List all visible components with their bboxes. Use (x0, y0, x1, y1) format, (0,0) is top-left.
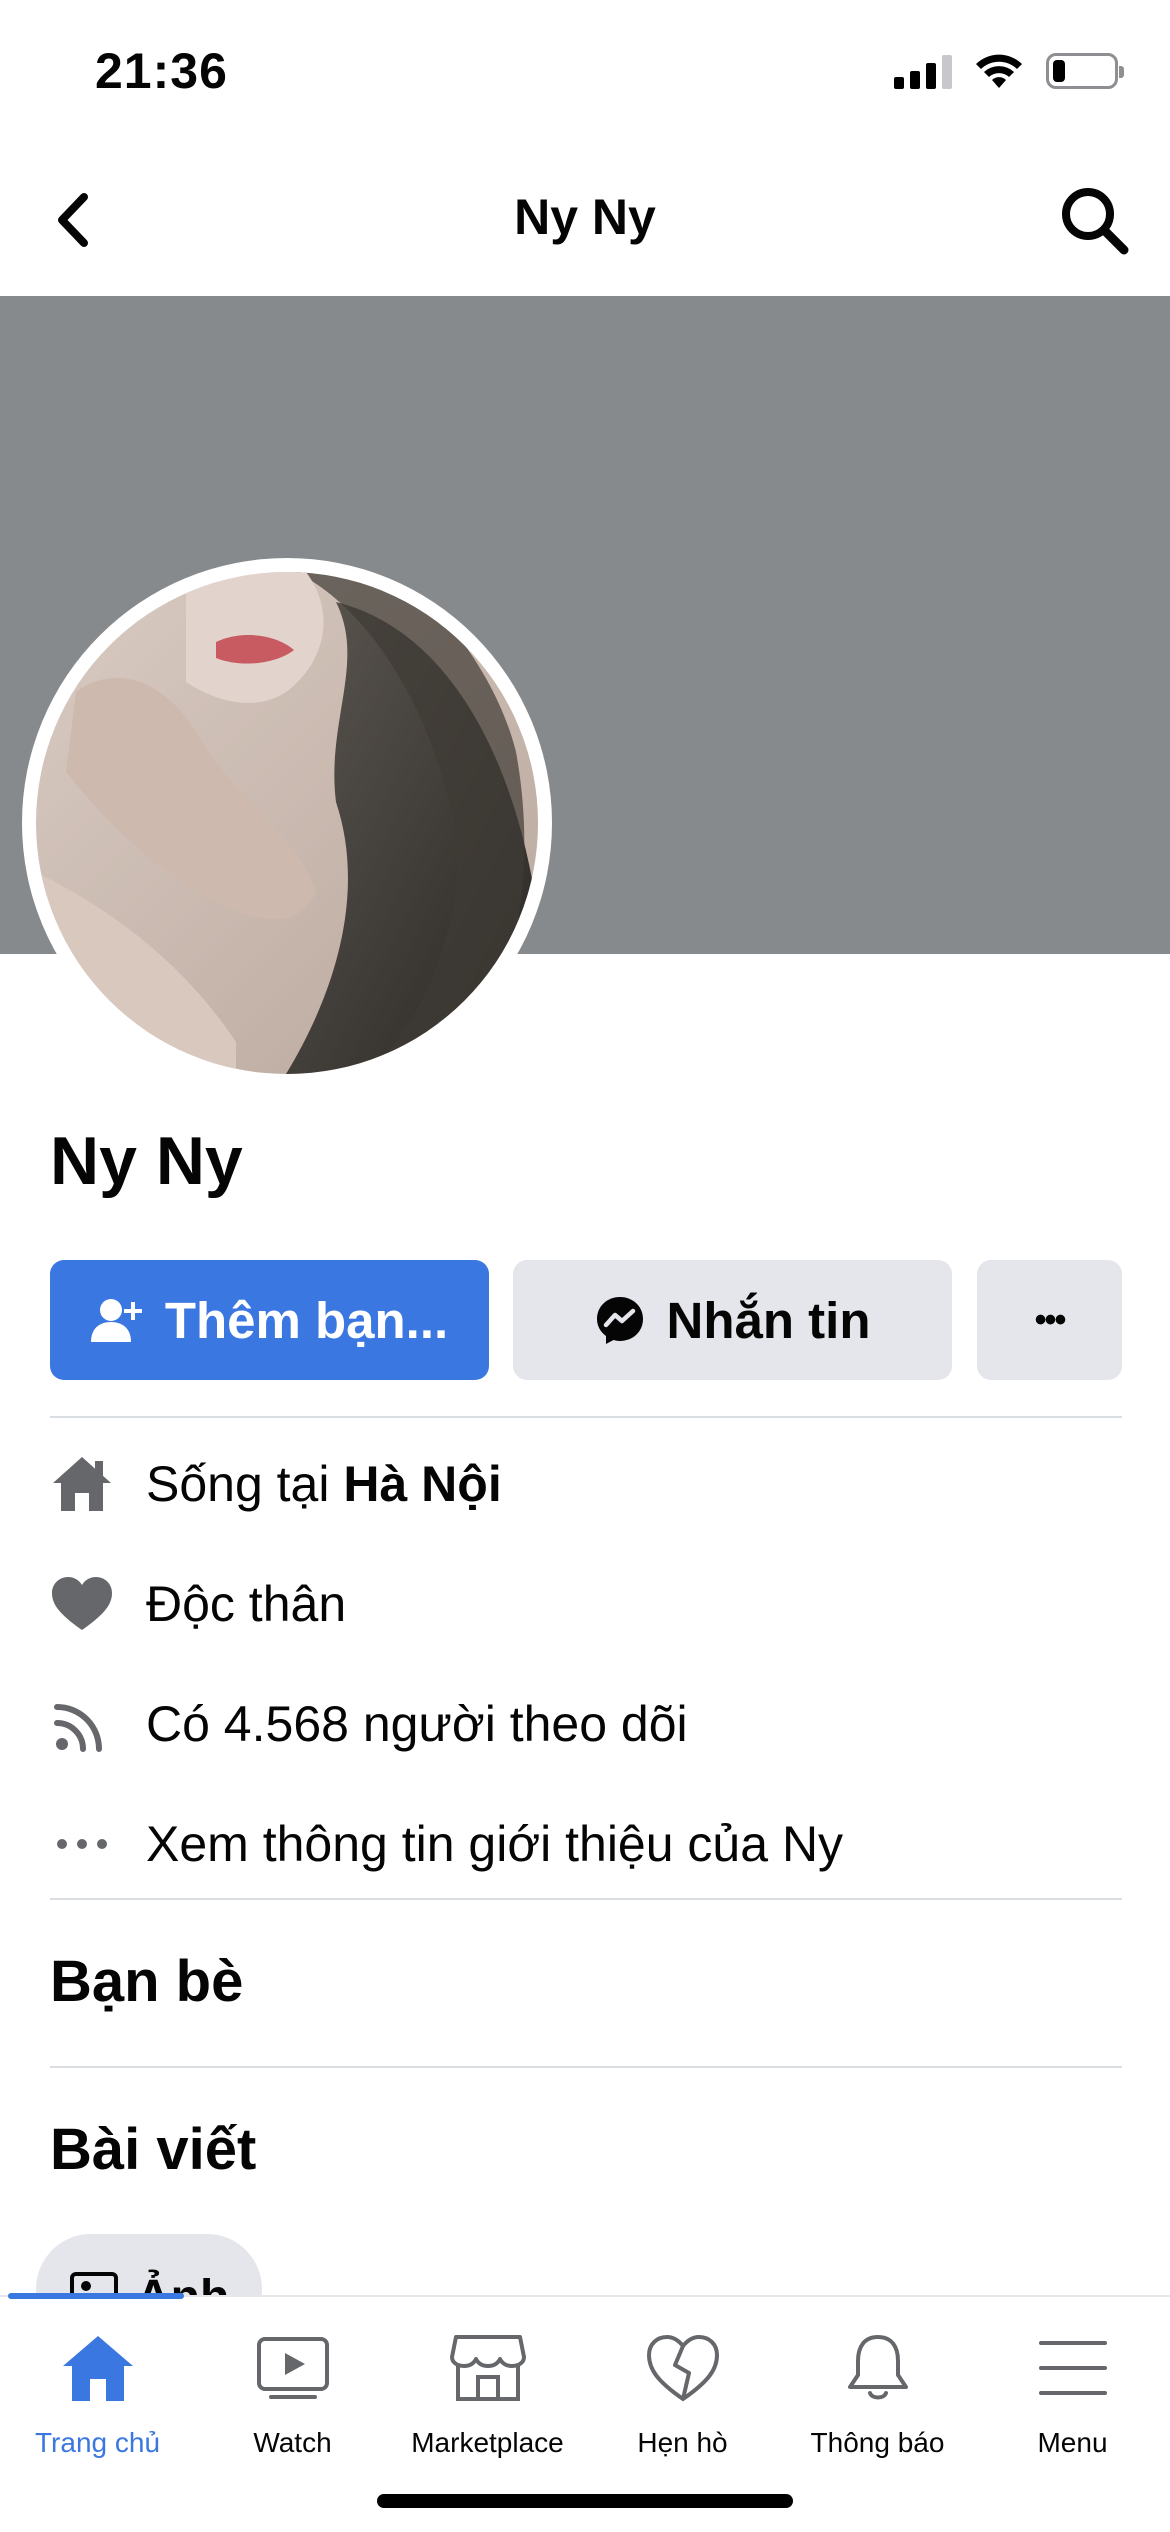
tab-watch[interactable]: Watch (195, 2327, 390, 2477)
tab-notifications[interactable]: Thông báo (780, 2327, 975, 2477)
status-bar: 21:36 (0, 0, 1170, 145)
message-label: Nhắn tin (666, 1291, 871, 1349)
status-icons (894, 52, 1124, 90)
signal-icon (894, 53, 952, 89)
ellipsis-icon (50, 1812, 114, 1876)
active-tab-indicator (8, 2293, 184, 2299)
info-lives-in: Sống tại Hà Nội (50, 1444, 1122, 1524)
home-icon (57, 2327, 139, 2409)
page-title: Ny Ny (514, 189, 656, 245)
tab-menu-label: Menu (1037, 2427, 1108, 2458)
tab-home[interactable]: Trang chủ (0, 2327, 195, 2477)
rss-icon (50, 1692, 114, 1756)
battery-icon (1046, 53, 1124, 89)
followers-count: Có 4.568 người theo dõi (146, 1696, 688, 1752)
watch-icon (252, 2327, 334, 2409)
add-friend-button[interactable]: Thêm bạn... (50, 1260, 489, 1380)
relationship-status: Độc thân (146, 1576, 347, 1632)
profile-name: Ny Ny (50, 1123, 243, 1199)
info-followers[interactable]: Có 4.568 người theo dõi (50, 1684, 1122, 1764)
tab-dating[interactable]: Hẹn hò (585, 2327, 780, 2477)
more-icon: ••• (1034, 1300, 1067, 1339)
avatar[interactable] (36, 572, 538, 1074)
bell-icon (837, 2327, 919, 2409)
menu-icon (1032, 2327, 1114, 2409)
tab-marketplace[interactable]: Marketplace (390, 2327, 585, 2477)
wifi-icon (976, 54, 1022, 88)
posts-section-title: Bài viết (50, 2117, 257, 2182)
info-see-about[interactable]: Xem thông tin giới thiệu của Ny (50, 1804, 1122, 1884)
heart-icon (642, 2327, 724, 2409)
tab-notifications-label: Thông báo (810, 2427, 945, 2458)
divider (50, 1898, 1122, 1900)
friends-section-title[interactable]: Bạn bè (50, 1948, 243, 2015)
search-icon[interactable] (1054, 180, 1134, 260)
nav-header: Ny Ny (0, 150, 1170, 296)
heart-icon (50, 1572, 114, 1636)
info-relationship: Độc thân (50, 1564, 1122, 1644)
lives-prefix: Sống tại (146, 1456, 344, 1512)
message-button[interactable]: Nhắn tin (513, 1260, 952, 1380)
profile-actions: Thêm bạn... Nhắn tin ••• (50, 1260, 1122, 1380)
divider (50, 2066, 1122, 2068)
home-icon (50, 1452, 114, 1516)
more-options-button[interactable]: ••• (977, 1260, 1122, 1380)
messenger-icon (595, 1295, 645, 1345)
tab-watch-label: Watch (253, 2427, 332, 2458)
tab-menu[interactable]: Menu (975, 2327, 1170, 2477)
tab-home-label: Trang chủ (34, 2427, 161, 2458)
lives-city[interactable]: Hà Nội (343, 1456, 501, 1512)
status-time: 21:36 (95, 43, 228, 99)
home-indicator (377, 2494, 793, 2508)
tab-marketplace-label: Marketplace (411, 2427, 564, 2458)
battery-level (1053, 60, 1065, 82)
see-about-link: Xem thông tin giới thiệu của Ny (146, 1816, 844, 1872)
add-friend-label: Thêm bạn... (164, 1291, 449, 1349)
add-friend-icon (90, 1296, 143, 1344)
tab-dating-label: Hẹn hò (637, 2427, 728, 2458)
marketplace-icon (447, 2327, 529, 2409)
divider (50, 1416, 1122, 1418)
